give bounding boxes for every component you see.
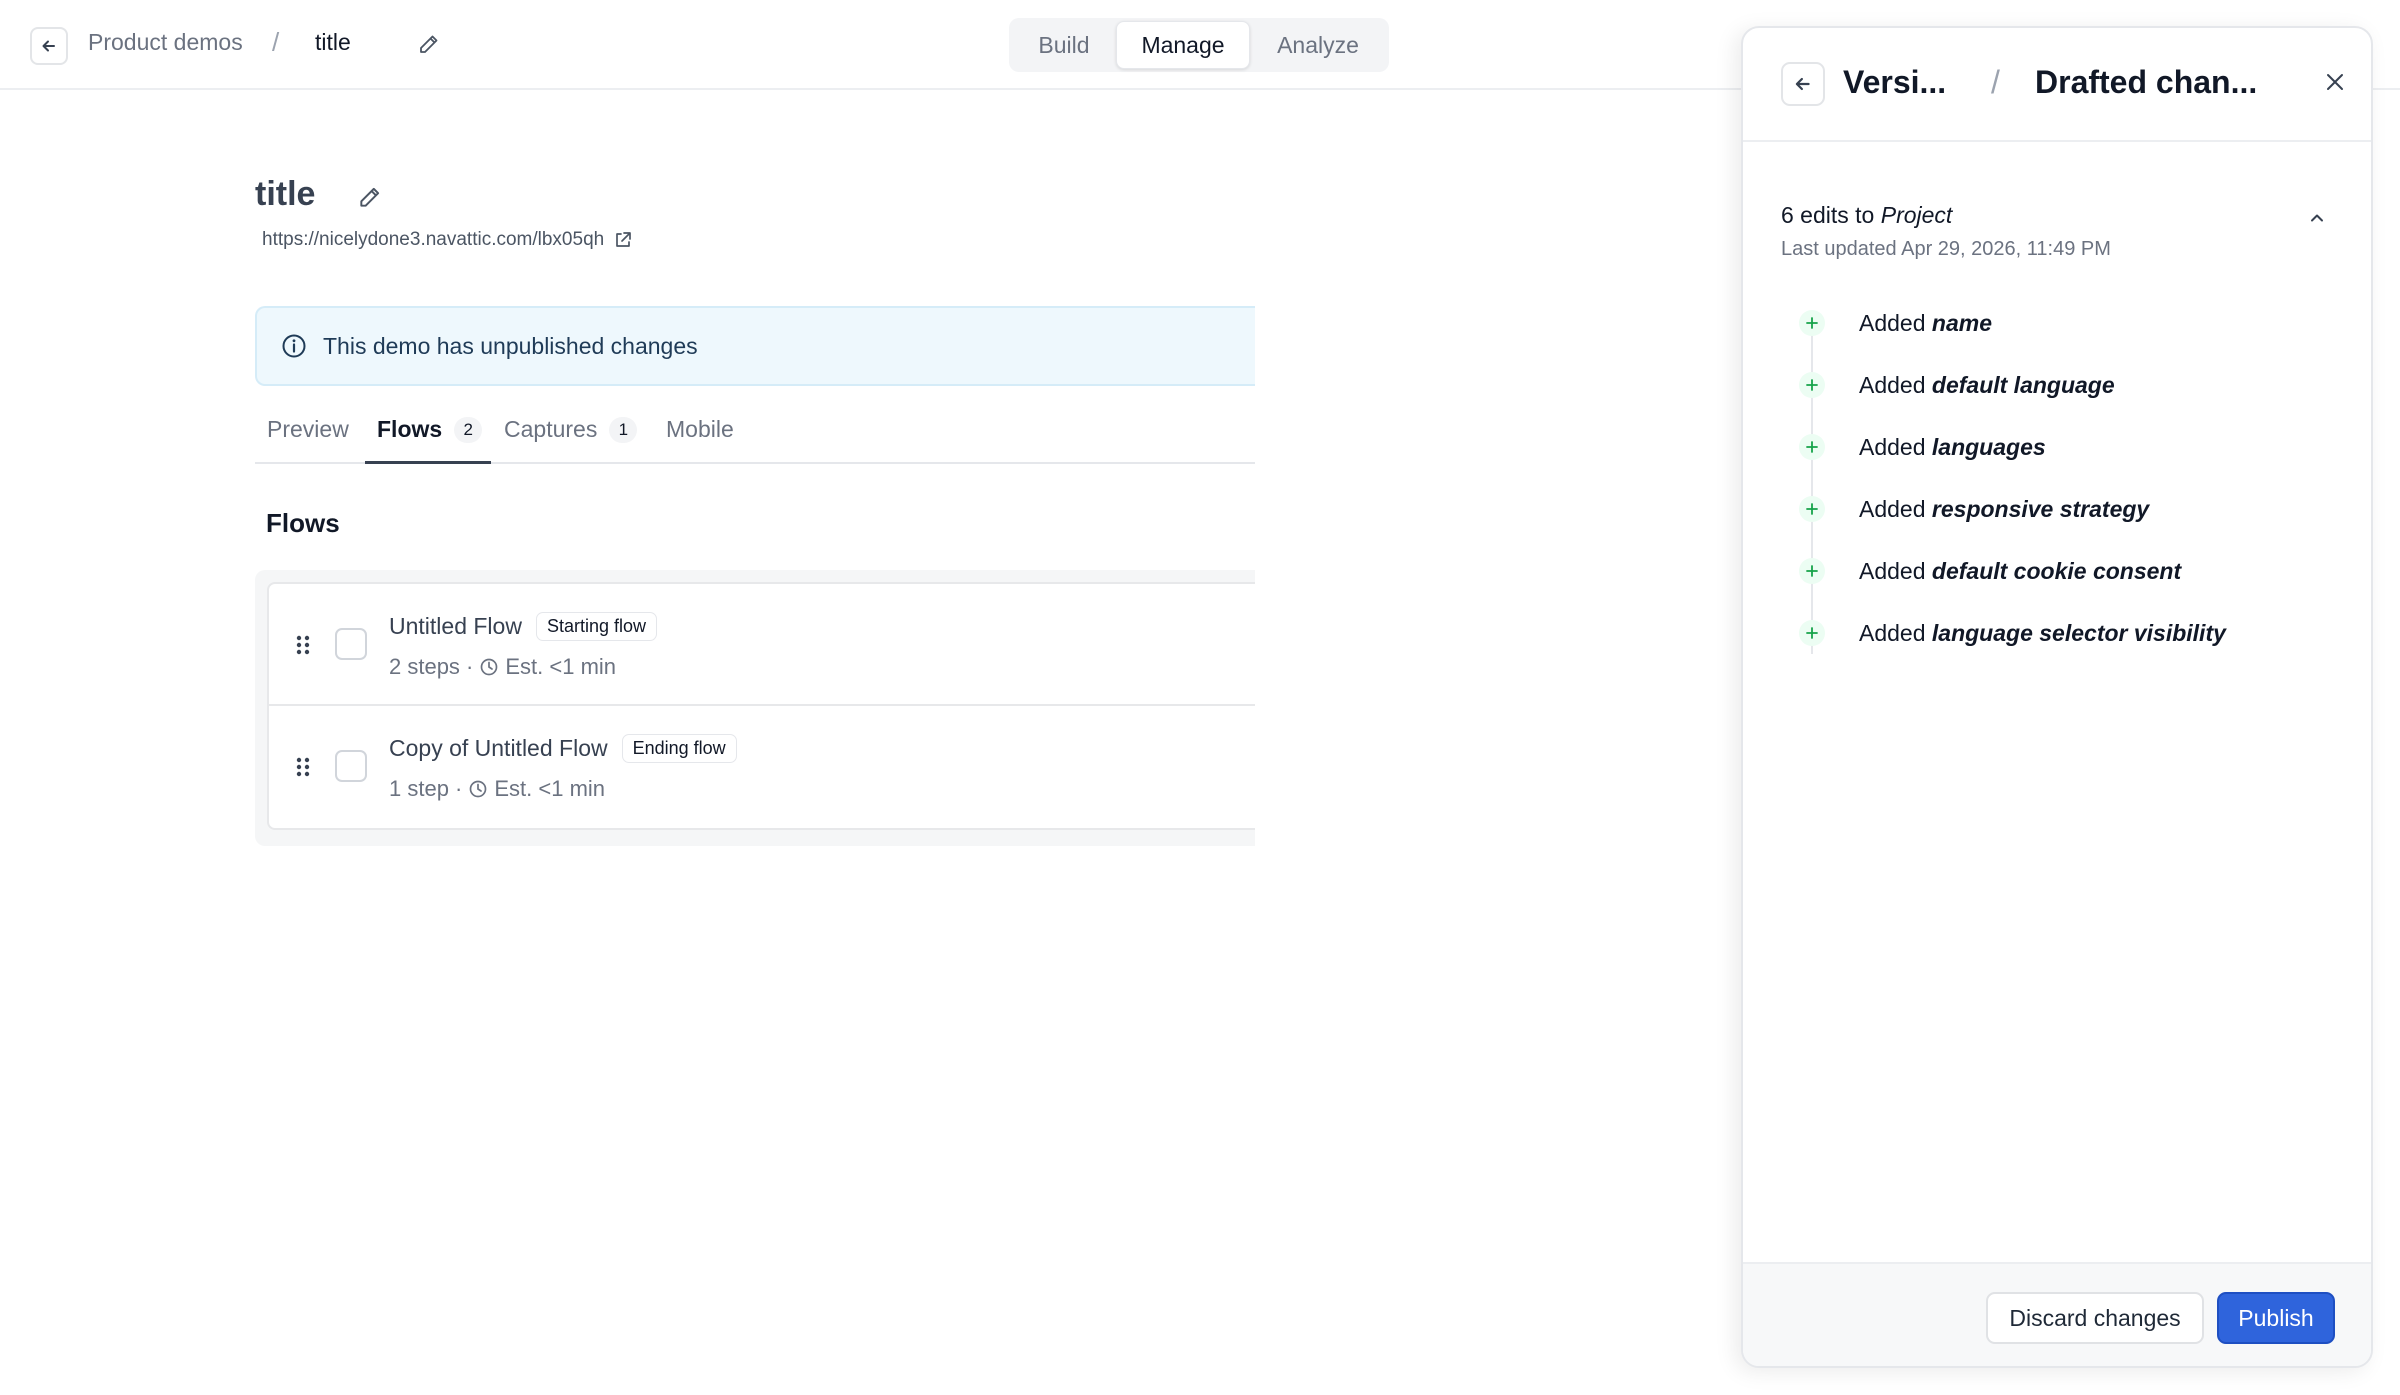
edits-count-text: 6 edits to — [1781, 202, 1881, 228]
tab-preview[interactable]: Preview — [267, 416, 349, 443]
arrow-left-icon — [42, 40, 55, 52]
edit-demo-title-button[interactable] — [355, 182, 385, 212]
edit-item: Added name — [1799, 308, 1992, 338]
edit-text: Added languages — [1859, 433, 2046, 460]
breadcrumb-root-link[interactable]: Product demos — [88, 29, 243, 56]
pencil-icon — [420, 35, 438, 53]
panel-footer: Discard changes Publish — [1743, 1262, 2371, 1366]
active-tab-indicator — [365, 461, 491, 464]
flows-section-title: Flows — [266, 508, 340, 538]
tab-captures-label: Captures — [504, 416, 598, 442]
collapse-edits-button[interactable] — [2303, 204, 2331, 232]
tab-mobile[interactable]: Mobile — [666, 416, 734, 443]
plus-icon — [1799, 558, 1825, 584]
mode-analyze-tab[interactable]: Analyze — [1250, 21, 1386, 69]
breadcrumb-current: title — [315, 29, 351, 55]
edit-item: Added default cookie consent — [1799, 556, 2181, 586]
flow-meta: 1 step · Est. <1 min — [389, 776, 605, 802]
pencil-icon — [360, 187, 380, 207]
tab-preview-label: Preview — [267, 416, 349, 442]
back-button[interactable] — [30, 27, 68, 65]
close-icon — [2327, 74, 2343, 90]
flow-name-row: Untitled Flow Starting flow — [389, 612, 657, 641]
panel-breadcrumb-versions[interactable]: Versi... — [1843, 64, 1946, 101]
breadcrumb-separator: / — [272, 27, 280, 57]
edits-summary: 6 edits to Project — [1781, 202, 1952, 229]
demo-url-link[interactable]: https://nicelydone3.navattic.com/lbx05qh — [262, 229, 604, 251]
tab-mobile-label: Mobile — [666, 416, 734, 442]
publish-button[interactable]: Publish — [2217, 1292, 2335, 1344]
drag-handle-icon[interactable] — [295, 634, 311, 656]
edit-text: Added default language — [1859, 371, 2115, 398]
unpublished-changes-banner: This demo has unpublished changes — [255, 306, 1255, 386]
plus-icon — [1799, 310, 1825, 336]
tab-flows-label: Flows — [377, 416, 443, 442]
flows-list: Untitled Flow Starting flow 2 steps · Es… — [255, 570, 1255, 846]
tab-flows[interactable]: Flows 2 — [377, 416, 483, 443]
clock-icon — [481, 658, 498, 676]
flow-name-row: Copy of Untitled Flow Ending flow — [389, 734, 737, 763]
mode-switcher: Build Manage Analyze — [1009, 18, 1389, 72]
page-title: title — [255, 175, 316, 213]
edit-text: Added name — [1859, 309, 1992, 336]
demo-tabs: Preview Flows 2 Captures 1 Mobile — [255, 408, 1255, 464]
mode-build-tab[interactable]: Build — [1012, 21, 1116, 69]
chevron-up-icon — [2311, 214, 2323, 222]
flow-checkbox[interactable] — [335, 750, 367, 782]
edit-item: Added language selector visibility — [1799, 618, 2226, 648]
banner-text: This demo has unpublished changes — [323, 332, 698, 359]
captures-count-badge: 1 — [609, 416, 638, 443]
plus-icon — [1799, 372, 1825, 398]
flow-badge: Starting flow — [535, 612, 657, 641]
flow-card[interactable]: Copy of Untitled Flow Ending flow 1 step… — [267, 706, 1255, 830]
flow-checkbox[interactable] — [335, 628, 367, 660]
mode-manage-tab[interactable]: Manage — [1116, 21, 1250, 69]
edit-text: Added default cookie consent — [1859, 557, 2182, 584]
edit-item: Added languages — [1799, 432, 2046, 462]
tab-captures[interactable]: Captures 1 — [504, 416, 638, 443]
edits-target: Project — [1880, 202, 1953, 228]
arrow-left-icon — [1795, 77, 1810, 91]
flow-card[interactable]: Untitled Flow Starting flow 2 steps · Es… — [267, 582, 1255, 706]
panel-breadcrumb-separator: / — [1991, 64, 2000, 100]
panel-back-button[interactable] — [1781, 62, 1825, 106]
plus-icon — [1799, 496, 1825, 522]
edit-text: Added language selector visibility — [1859, 619, 2226, 646]
drag-handle-icon[interactable] — [295, 756, 311, 778]
info-icon — [282, 334, 306, 358]
version-changes-panel: Versi... / Drafted chan... 6 edits to Pr… — [1741, 26, 2373, 1368]
flow-meta: 2 steps · Est. <1 min — [389, 654, 616, 680]
flow-steps: 1 step · — [389, 776, 463, 801]
flow-name[interactable]: Untitled Flow — [389, 613, 522, 640]
flows-count-badge: 2 — [454, 416, 483, 443]
last-updated-text: Last updated Apr 29, 2026, 11:49 PM — [1781, 238, 2111, 260]
edit-item: Added responsive strategy — [1799, 494, 2149, 524]
edit-item: Added default language — [1799, 370, 2115, 400]
flow-badge: Ending flow — [621, 734, 737, 763]
edit-title-button[interactable] — [415, 30, 443, 58]
plus-icon — [1799, 620, 1825, 646]
edit-text: Added responsive strategy — [1859, 495, 2150, 522]
demo-url-row: https://nicelydone3.navattic.com/lbx05qh — [262, 229, 632, 251]
panel-close-button[interactable] — [2319, 66, 2351, 98]
clock-icon — [470, 780, 487, 798]
panel-breadcrumb-current: Drafted chan... — [2035, 64, 2258, 100]
flow-estimate: Est. <1 min — [494, 776, 606, 801]
external-link-icon[interactable] — [614, 231, 632, 249]
discard-changes-button[interactable]: Discard changes — [1986, 1292, 2204, 1344]
flow-estimate: Est. <1 min — [505, 654, 617, 679]
panel-header: Versi... / Drafted chan... — [1743, 28, 2371, 142]
flow-steps: 2 steps · — [389, 654, 474, 679]
flow-name[interactable]: Copy of Untitled Flow — [389, 735, 608, 762]
plus-icon — [1799, 434, 1825, 460]
